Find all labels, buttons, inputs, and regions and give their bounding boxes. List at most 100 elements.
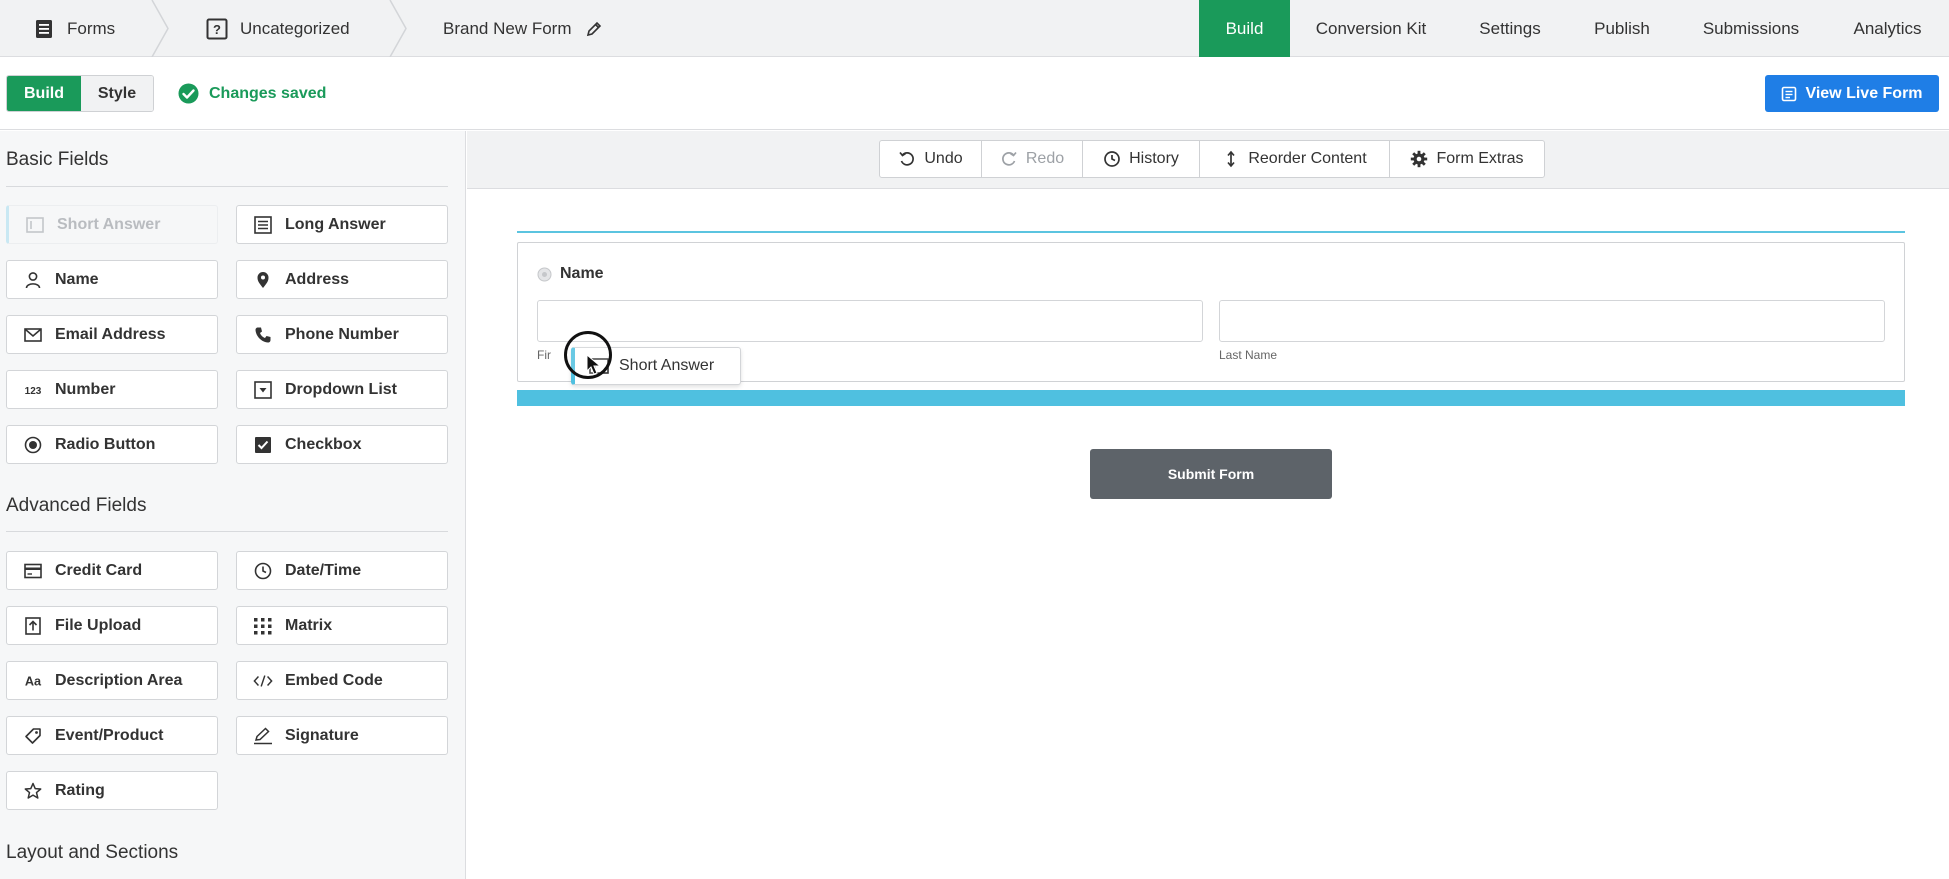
tag-icon [23, 726, 43, 746]
live-form-icon [1782, 86, 1797, 101]
field-rating[interactable]: Rating [6, 771, 218, 810]
breadcrumb-label: Uncategorized [240, 18, 350, 38]
last-name-input[interactable] [1219, 300, 1885, 342]
check-circle-icon [178, 83, 199, 104]
redo-label: Redo [1025, 150, 1065, 167]
field-date-time[interactable]: Date/Time [236, 551, 448, 590]
redo-button[interactable]: Redo [982, 141, 1083, 177]
tab-submissions[interactable]: Submissions [1676, 0, 1826, 57]
top-navigation: Forms ? Uncategorized Brand New Form Bui… [0, 0, 1949, 57]
form-extras-button[interactable]: Form Extras [1390, 141, 1544, 177]
field-matrix[interactable]: Matrix [236, 606, 448, 645]
canvas-toolbar: Undo Redo History Reorder Content Form E… [879, 140, 1545, 178]
field-file-upload[interactable]: File Upload [6, 606, 218, 645]
history-label: History [1129, 150, 1179, 167]
drop-indicator-top [517, 231, 1905, 233]
svg-text:123: 123 [25, 386, 42, 397]
matrix-icon [253, 616, 273, 636]
field-radio-button[interactable]: Radio Button [6, 425, 218, 464]
field-short-answer[interactable]: Short Answer [6, 205, 218, 244]
field-label: Matrix [285, 616, 333, 634]
tab-settings[interactable]: Settings [1452, 0, 1568, 57]
tab-analytics[interactable]: Analytics [1826, 0, 1949, 57]
main-tabs: Build Conversion Kit Settings Publish Su… [1199, 0, 1949, 57]
field-label: Credit Card [55, 561, 143, 579]
tab-publish[interactable]: Publish [1568, 0, 1676, 57]
short-answer-icon [25, 215, 45, 235]
field-label: Date/Time [285, 561, 362, 579]
reorder-content-label: Reorder Content [1248, 150, 1367, 167]
first-name-sublabel: Fir [537, 348, 551, 362]
field-signature[interactable]: Signature [236, 716, 448, 755]
gear-icon [1410, 150, 1428, 168]
person-icon [23, 270, 43, 290]
field-description-area[interactable]: Aa Description Area [6, 661, 218, 700]
field-label: Email Address [55, 325, 166, 343]
field-dropdown-list[interactable]: Dropdown List [236, 370, 448, 409]
radio-icon [23, 435, 43, 455]
field-label: Radio Button [55, 435, 156, 453]
field-label: Dropdown List [285, 380, 397, 398]
undo-button[interactable]: Undo [880, 141, 982, 177]
dragging-chip-label: Short Answer [619, 357, 715, 374]
map-pin-icon [253, 270, 273, 290]
style-mode-button[interactable]: Style [81, 76, 153, 111]
field-email-address[interactable]: Email Address [6, 315, 218, 354]
clock-icon [1103, 150, 1121, 168]
dropdown-icon [253, 380, 273, 400]
drop-indicator-bar [517, 390, 1905, 406]
field-label: File Upload [55, 616, 142, 634]
field-phone-number[interactable]: Phone Number [236, 315, 448, 354]
view-live-form-label: View Live Form [1805, 84, 1923, 102]
code-icon [253, 671, 273, 691]
breadcrumb-separator [389, 0, 407, 57]
field-number[interactable]: 123 Number [6, 370, 218, 409]
history-button[interactable]: History [1083, 141, 1200, 177]
first-name-input[interactable] [537, 300, 1203, 342]
field-address[interactable]: Address [236, 260, 448, 299]
field-name[interactable]: Name [6, 260, 218, 299]
field-embed-code[interactable]: Embed Code [236, 661, 448, 700]
pencil-icon[interactable] [585, 20, 603, 38]
build-mode-button[interactable]: Build [7, 76, 81, 111]
section-divider [6, 186, 448, 187]
field-credit-card[interactable]: Credit Card [6, 551, 218, 590]
breadcrumb-form-name[interactable]: Brand New Form [443, 0, 603, 57]
breadcrumb-uncategorized[interactable]: ? Uncategorized [206, 0, 350, 57]
section-title-advanced: Advanced Fields [6, 495, 147, 516]
number-123-icon: 123 [23, 380, 43, 400]
view-live-form-button[interactable]: View Live Form [1765, 75, 1939, 112]
mouse-pointer-icon [586, 354, 602, 375]
reorder-content-button[interactable]: Reorder Content [1200, 141, 1390, 177]
submit-form-button[interactable]: Submit Form [1090, 449, 1332, 499]
field-label: Rating [55, 781, 105, 799]
phone-icon [253, 325, 273, 345]
svg-text:?: ? [213, 22, 221, 37]
undo-label: Undo [924, 150, 963, 167]
section-title-basic: Basic Fields [6, 149, 109, 170]
checkbox-icon [253, 435, 273, 455]
field-label: Signature [285, 726, 359, 744]
field-checkbox[interactable]: Checkbox [236, 425, 448, 464]
form-name-label: Brand New Form [443, 18, 572, 38]
name-field-label-text: Name [560, 265, 604, 282]
tab-build[interactable]: Build [1199, 0, 1290, 57]
section-title-layout: Layout and Sections [6, 842, 179, 863]
breadcrumb-forms[interactable]: Forms [33, 0, 115, 57]
field-event-product[interactable]: Event/Product [6, 716, 218, 755]
editor-subheader: Build Style Changes saved View Live Form [0, 57, 1949, 130]
last-name-sublabel: Last Name [1219, 348, 1278, 362]
field-label: Event/Product [55, 726, 164, 744]
reorder-arrows-icon [1222, 150, 1240, 168]
tab-conversion-kit[interactable]: Conversion Kit [1290, 0, 1452, 57]
field-label: Short Answer [57, 215, 161, 233]
file-upload-icon [23, 616, 43, 636]
field-long-answer[interactable]: Long Answer [236, 205, 448, 244]
field-status-icon [537, 267, 552, 281]
field-palette: Basic Fields Short Answer Long Answer Na… [0, 131, 466, 879]
breadcrumb-separator [151, 0, 169, 57]
field-label: Number [55, 380, 116, 398]
forms-list-icon [33, 18, 55, 40]
breadcrumb-label: Forms [67, 18, 116, 38]
signature-pen-icon [253, 726, 273, 746]
